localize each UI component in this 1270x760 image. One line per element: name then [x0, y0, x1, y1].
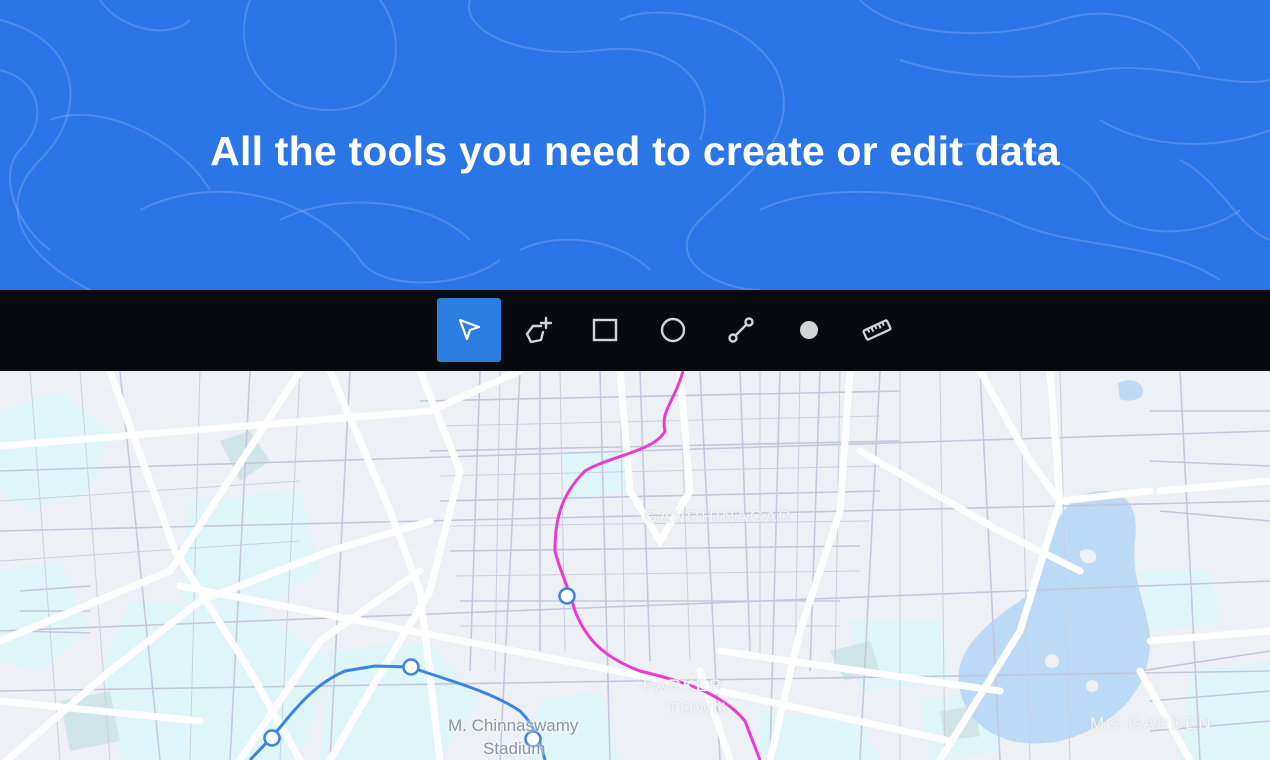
drawing-toolbar — [0, 290, 1270, 371]
square-icon — [592, 318, 618, 342]
map-label-mg-garden: MG GARDEN — [1090, 714, 1213, 733]
map-label-stadium: Stadium — [483, 739, 546, 758]
map-label-gandhinagar: GANDHINAGAR — [644, 507, 793, 526]
rectangle-tool-button[interactable] — [573, 298, 637, 362]
map-label-town: TOWN — [668, 699, 728, 718]
line-tool-button[interactable] — [709, 298, 773, 362]
map-label-stadium-name: M. Chinnaswamy — [448, 716, 579, 735]
hero-title: All the tools you need to create or edit… — [210, 128, 1060, 174]
circle-tool-button[interactable] — [641, 298, 705, 362]
select-tool-button[interactable] — [437, 298, 501, 362]
map-canvas[interactable]: GANDHINAGAR PARKER TOWN M. Chinnaswamy S… — [0, 371, 1270, 760]
cursor-arrow-icon — [458, 318, 481, 341]
hero-banner: All the tools you need to create or edit… — [0, 0, 1270, 290]
point-tool-button[interactable] — [777, 298, 841, 362]
street-map — [0, 371, 1270, 760]
circle-icon — [660, 317, 686, 343]
polygon-add-icon — [525, 316, 553, 344]
map-label-parker: PARKER — [643, 676, 724, 695]
ruler-icon — [862, 319, 892, 341]
measure-tool-button[interactable] — [845, 298, 909, 362]
polygon-tool-button[interactable] — [505, 298, 569, 362]
line-segment-icon — [728, 317, 754, 343]
filled-dot-icon — [800, 321, 818, 339]
